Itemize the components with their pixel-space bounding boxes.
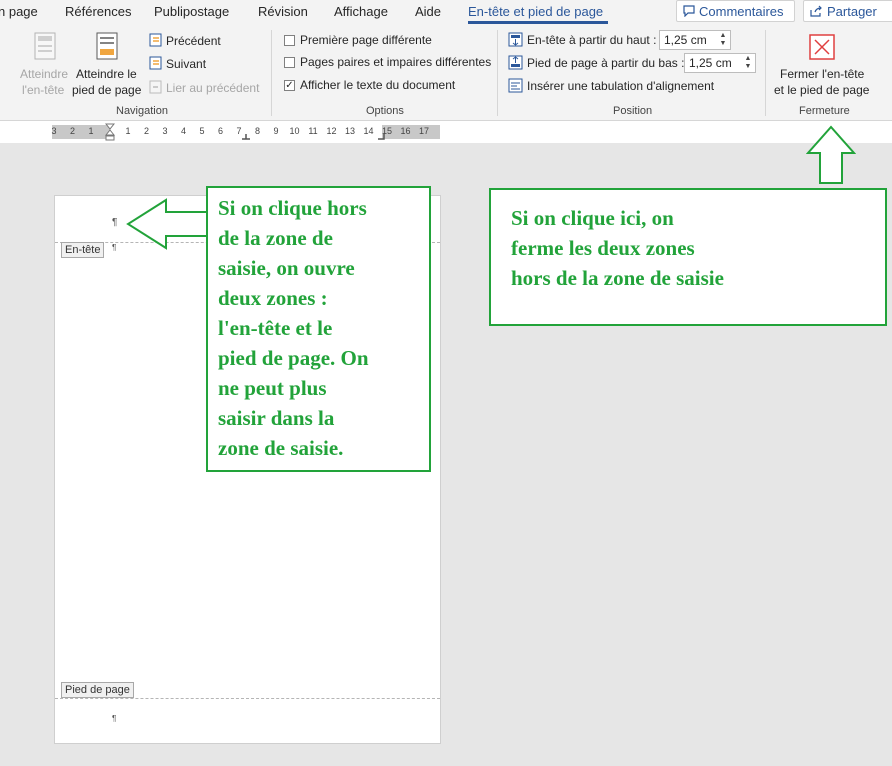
ruler-number: 1 — [88, 126, 94, 136]
ribbon-tabs: n page Références Publipostage Révision … — [0, 0, 892, 24]
show-text-label: Afficher le texte du document — [300, 78, 456, 92]
close-x-icon — [809, 34, 835, 60]
ruler-number: 2 — [143, 126, 149, 136]
spin-down-icon[interactable]: ▼ — [718, 40, 728, 48]
footer-from-bottom-label: Pied de page à partir du bas : — [527, 56, 685, 70]
tab-mise-en-page[interactable]: n page — [0, 4, 38, 19]
pilcrow-mark: ¶ — [112, 243, 117, 252]
right-annotation-note: Si on clique ici, on ferme les deux zone… — [489, 188, 887, 326]
link-previous-label: Lier au précédent — [166, 81, 260, 95]
options-group-label: Options — [366, 105, 404, 117]
odd-even-checkbox[interactable] — [284, 57, 295, 68]
goto-footer-label-1: Atteindre le — [76, 67, 137, 81]
previous-button[interactable]: Précédent — [149, 33, 239, 49]
close-header-footer-button[interactable]: Fermer l'en-tête et le pied de page — [770, 32, 878, 100]
alignment-tab-icon — [508, 78, 523, 93]
ruler-number: 16 — [400, 126, 411, 136]
ruler-number: 3 — [51, 126, 57, 136]
group-divider — [497, 30, 498, 116]
ruler-bar: 3 2 1 1 2 3 4 5 6 7 8 9 10 11 12 13 14 15 16 17 — [0, 121, 892, 143]
share-icon — [810, 5, 822, 17]
ruler-number: 14 — [363, 126, 374, 136]
ruler-number: 2 — [69, 126, 75, 136]
close-label-1: Fermer l'en-tête — [780, 67, 865, 81]
goto-header-label-2: l'en-tête — [22, 83, 65, 97]
ruler-number: 8 — [254, 126, 260, 136]
previous-label: Précédent — [166, 34, 221, 48]
ruler-number: 4 — [180, 126, 186, 136]
share-button[interactable]: Partager — [803, 0, 892, 22]
spin-down-icon[interactable]: ▼ — [743, 63, 753, 71]
spin-up-icon[interactable]: ▲ — [743, 55, 753, 63]
ribbon: Atteindre l'en-tête Atteindre le pied de… — [0, 24, 892, 121]
footer-from-bottom-field[interactable]: 1,25 cm ▲ ▼ — [684, 53, 756, 73]
horizontal-ruler[interactable]: 3 2 1 1 2 3 4 5 6 7 8 9 10 11 12 13 14 15 16 17 — [51, 123, 440, 141]
comment-icon — [683, 5, 695, 17]
ruler-number: 5 — [199, 126, 205, 136]
ruler-number: 9 — [273, 126, 279, 136]
footer-boundary — [55, 698, 440, 699]
footer-zone-label: Pied de page — [61, 682, 134, 698]
link-previous-button[interactable]: Lier au précédent — [149, 80, 264, 96]
close-group-label: Fermeture — [799, 105, 850, 117]
goto-header-button[interactable]: Atteindre l'en-tête — [14, 32, 70, 97]
show-text-checkbox[interactable]: ✓ — [284, 80, 295, 91]
header-zone-label: En-tête — [61, 242, 105, 258]
share-label: Partager — [827, 3, 877, 19]
next-button[interactable]: Suivant — [149, 56, 239, 72]
left-arrow-annotation — [126, 198, 209, 250]
ruler-number: 17 — [418, 126, 429, 136]
previous-section-icon — [149, 33, 162, 47]
ruler-number: 13 — [344, 126, 355, 136]
ruler-number: 11 — [308, 126, 318, 136]
group-divider — [765, 30, 766, 116]
right-tab-icon[interactable] — [378, 134, 386, 140]
position-group-label: Position — [613, 105, 653, 117]
footer-pilcrow-mark: ¶ — [112, 714, 117, 723]
odd-even-label: Pages paires et impaires différentes — [300, 55, 492, 69]
navigation-group-label: Navigation — [116, 105, 168, 117]
close-label-2: et le pied de page — [774, 83, 870, 97]
footer-position-icon — [508, 55, 523, 70]
ruler-number: 12 — [326, 126, 337, 136]
header-cursor-mark: ¶ — [112, 217, 118, 228]
ruler-number: 10 — [289, 126, 300, 136]
goto-footer-label-2: pied de page — [72, 83, 142, 97]
group-divider — [271, 30, 272, 116]
spin-up-icon[interactable]: ▲ — [718, 32, 728, 40]
tab-affichage[interactable]: Affichage — [334, 4, 388, 19]
ruler-left-margin — [52, 125, 110, 139]
left-annotation-note: Si on clique hors de la zone de saisie, … — [206, 186, 431, 472]
different-first-label: Première page différente — [300, 33, 432, 47]
header-page-icon — [34, 32, 56, 60]
ruler-number: 3 — [162, 126, 168, 136]
ruler-number: 6 — [217, 126, 223, 136]
header-from-top-label: En-tête à partir du haut : — [527, 33, 657, 47]
goto-header-label-1: Atteindre — [20, 67, 69, 81]
tab-references[interactable]: Références — [65, 4, 131, 19]
next-label: Suivant — [166, 57, 207, 71]
footer-from-bottom-value: 1,25 cm — [689, 56, 732, 70]
up-arrow-annotation — [806, 125, 856, 184]
comments-label: Commentaires — [699, 3, 784, 19]
tab-publipostage[interactable]: Publipostage — [154, 4, 229, 19]
comments-button[interactable]: Commentaires — [676, 0, 795, 22]
footer-page-icon — [96, 32, 118, 60]
insert-alignment-tab-label: Insérer une tabulation d'alignement — [527, 79, 715, 93]
header-from-top-value: 1,25 cm — [664, 33, 707, 47]
ruler-number: 1 — [125, 126, 131, 136]
header-from-top-field[interactable]: 1,25 cm ▲ ▼ — [659, 30, 731, 50]
indent-marker-icon[interactable] — [105, 123, 115, 141]
next-section-icon — [149, 56, 162, 70]
center-tab-icon[interactable] — [242, 134, 250, 140]
different-first-checkbox[interactable] — [284, 35, 295, 46]
link-icon — [149, 80, 162, 94]
insert-alignment-tab-button[interactable]: Insérer une tabulation d'alignement — [508, 78, 728, 94]
tab-header-footer[interactable]: En-tête et pied de page — [468, 4, 603, 19]
tab-aide[interactable]: Aide — [415, 4, 441, 19]
tab-revision[interactable]: Révision — [258, 4, 308, 19]
goto-footer-button[interactable]: Atteindre le pied de page — [72, 32, 144, 97]
header-position-icon — [508, 32, 523, 47]
